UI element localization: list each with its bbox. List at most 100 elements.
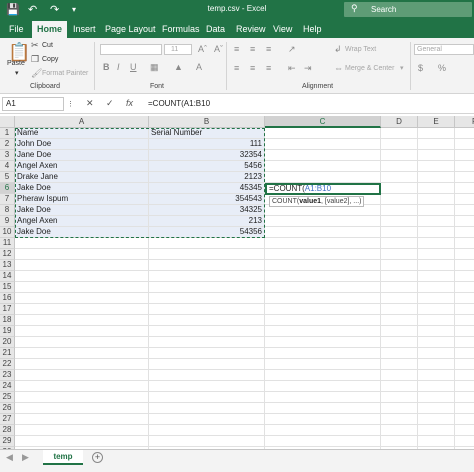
cell-e12[interactable]	[418, 249, 455, 260]
cell-d9[interactable]	[381, 216, 418, 227]
cell-c13[interactable]	[265, 260, 381, 271]
cell-e8[interactable]	[418, 205, 455, 216]
row-header[interactable]: 13	[0, 260, 15, 271]
cell-b17[interactable]	[149, 304, 265, 315]
cell-d3[interactable]	[381, 150, 418, 161]
cell-a16[interactable]	[15, 293, 149, 304]
cell-e16[interactable]	[418, 293, 455, 304]
paste-button[interactable]: Paste	[7, 60, 25, 67]
column-header-f[interactable]: F	[455, 116, 474, 128]
cell-b11[interactable]	[149, 238, 265, 249]
cell-f17[interactable]	[455, 304, 474, 315]
cell-c21[interactable]	[265, 348, 381, 359]
cell-b8[interactable]: 34325	[149, 205, 265, 216]
row-header[interactable]: 16	[0, 293, 15, 304]
prev-sheet-icon[interactable]: ◀	[6, 452, 13, 463]
cell-f28[interactable]	[455, 425, 474, 436]
cell-c17[interactable]	[265, 304, 381, 315]
merge-dropdown-icon[interactable]: ▾	[400, 64, 404, 72]
column-header-c[interactable]: C	[265, 116, 381, 128]
copy-button[interactable]: Copy	[42, 56, 58, 63]
cell-c24[interactable]	[265, 381, 381, 392]
row-header[interactable]: 28	[0, 425, 15, 436]
font-size-select[interactable]: 11	[164, 44, 192, 55]
cell-e7[interactable]	[418, 194, 455, 205]
cell-e9[interactable]	[418, 216, 455, 227]
cell-a21[interactable]	[15, 348, 149, 359]
cell-d22[interactable]	[381, 359, 418, 370]
column-header-a[interactable]: A	[15, 116, 149, 128]
cell-e27[interactable]	[418, 414, 455, 425]
cell-e28[interactable]	[418, 425, 455, 436]
cell-e20[interactable]	[418, 337, 455, 348]
cell-a12[interactable]	[15, 249, 149, 260]
font-family-select[interactable]	[100, 44, 162, 55]
cell-c12[interactable]	[265, 249, 381, 260]
increase-font-icon[interactable]: Aˆ	[198, 44, 207, 54]
cell-f26[interactable]	[455, 403, 474, 414]
cell-f29[interactable]	[455, 436, 474, 447]
cell-a27[interactable]	[15, 414, 149, 425]
cell-f20[interactable]	[455, 337, 474, 348]
cell-c22[interactable]	[265, 359, 381, 370]
tab-insert[interactable]: Insert	[73, 23, 96, 35]
cell-b5[interactable]: 2123	[149, 172, 265, 183]
cell-b3[interactable]: 32354	[149, 150, 265, 161]
cell-b14[interactable]	[149, 271, 265, 282]
tab-formulas[interactable]: Formulas	[162, 23, 200, 35]
row-header[interactable]: 14	[0, 271, 15, 282]
tab-review[interactable]: Review	[236, 23, 266, 35]
row-header[interactable]: 24	[0, 381, 15, 392]
cell-b7[interactable]: 354543	[149, 194, 265, 205]
cell-c28[interactable]	[265, 425, 381, 436]
cell-d4[interactable]	[381, 161, 418, 172]
cell-b27[interactable]	[149, 414, 265, 425]
accounting-format-icon[interactable]: $	[418, 63, 423, 73]
cell-e4[interactable]	[418, 161, 455, 172]
cell-c3[interactable]	[265, 150, 381, 161]
row-header[interactable]: 4	[0, 161, 15, 172]
cell-e19[interactable]	[418, 326, 455, 337]
cell-e15[interactable]	[418, 282, 455, 293]
tab-help[interactable]: Help	[303, 23, 322, 35]
row-header[interactable]: 5	[0, 172, 15, 183]
cell-d8[interactable]	[381, 205, 418, 216]
cell-c5[interactable]	[265, 172, 381, 183]
cell-a3[interactable]: Jane Doe	[15, 150, 149, 161]
cell-a25[interactable]	[15, 392, 149, 403]
cell-c19[interactable]	[265, 326, 381, 337]
cell-a5[interactable]: Drake Jane	[15, 172, 149, 183]
row-header[interactable]: 20	[0, 337, 15, 348]
cell-a20[interactable]	[15, 337, 149, 348]
cell-e2[interactable]	[418, 139, 455, 150]
cell-e26[interactable]	[418, 403, 455, 414]
cell-b4[interactable]: 5456	[149, 161, 265, 172]
merge-center-button[interactable]: Merge & Center	[345, 65, 394, 72]
cell-f5[interactable]	[455, 172, 474, 183]
cell-c15[interactable]	[265, 282, 381, 293]
cell-b10[interactable]: 54356	[149, 227, 265, 238]
cell-b29[interactable]	[149, 436, 265, 447]
cell-a13[interactable]	[15, 260, 149, 271]
cell-d19[interactable]	[381, 326, 418, 337]
cell-a24[interactable]	[15, 381, 149, 392]
cell-c23[interactable]	[265, 370, 381, 381]
row-header[interactable]: 23	[0, 370, 15, 381]
cell-c1[interactable]	[265, 128, 381, 139]
cell-e11[interactable]	[418, 238, 455, 249]
cell-e18[interactable]	[418, 315, 455, 326]
cell-a8[interactable]: Jake Doe	[15, 205, 149, 216]
tab-file[interactable]: File	[9, 23, 24, 35]
borders-icon[interactable]: ▦	[150, 62, 159, 73]
cell-f1[interactable]	[455, 128, 474, 139]
cell-d25[interactable]	[381, 392, 418, 403]
name-box-dropdown-icon[interactable]: ⋮	[67, 100, 74, 108]
cell-d6[interactable]	[381, 183, 418, 194]
cut-button[interactable]: Cut	[42, 42, 53, 49]
cell-c11[interactable]	[265, 238, 381, 249]
align-bottom-icon[interactable]: ≡	[266, 44, 271, 54]
cell-a2[interactable]: John Doe	[15, 139, 149, 150]
cell-e3[interactable]	[418, 150, 455, 161]
row-header[interactable]: 15	[0, 282, 15, 293]
cell-d7[interactable]	[381, 194, 418, 205]
